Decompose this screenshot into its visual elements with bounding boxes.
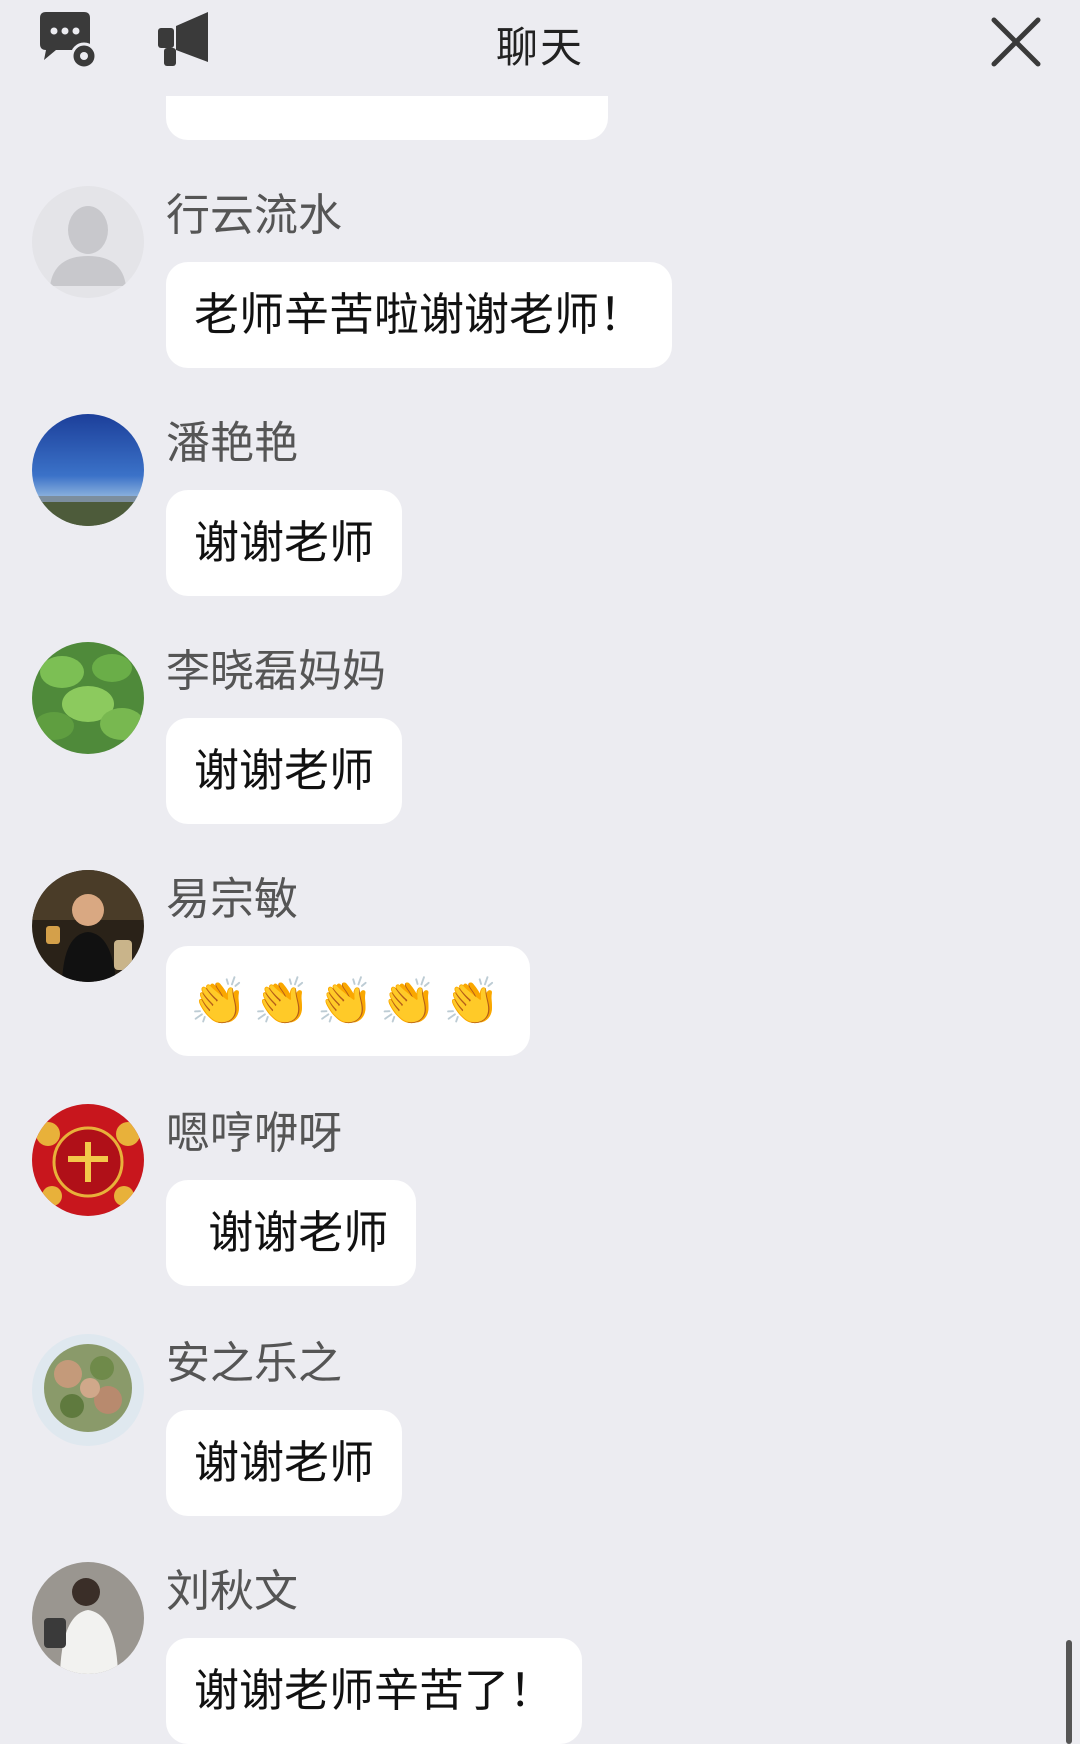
- page-title: 聊天: [495, 23, 584, 72]
- chat-message-list[interactable]: 👏 👏 👏 👏 👏 👏 行云流水 老师辛苦啦谢谢老师！: [0, 0, 1080, 1744]
- message-bubble[interactable]: 谢谢老师: [166, 1410, 403, 1516]
- sender-name: 易宗敏: [166, 874, 298, 925]
- red-zhao-avatar[interactable]: [32, 1104, 144, 1216]
- sender-name: 行云流水: [166, 190, 342, 241]
- green-leaves-avatar[interactable]: [32, 642, 144, 754]
- sender-name: 潘艳艳: [166, 418, 298, 469]
- man-photo-avatar[interactable]: [32, 870, 144, 982]
- default-avatar[interactable]: [32, 186, 144, 298]
- scrollbar[interactable]: [1066, 1640, 1072, 1744]
- sender-name: 刘秋文: [166, 1566, 298, 1617]
- message-bubble[interactable]: 谢谢老师: [166, 1180, 417, 1286]
- message-bubble[interactable]: 谢谢老师辛苦了！: [166, 1638, 583, 1744]
- tree-avatar[interactable]: [32, 1334, 144, 1446]
- person-photo-avatar[interactable]: [32, 1562, 144, 1674]
- sender-name: 嗯哼咿呀: [166, 1108, 342, 1159]
- sender-name: 李晓磊妈妈: [166, 646, 386, 697]
- message-bubble[interactable]: 谢谢老师: [166, 718, 403, 824]
- chat-header: 聊天: [0, 0, 1080, 96]
- sky-landscape-avatar[interactable]: [32, 414, 144, 526]
- sender-name: 安之乐之: [166, 1338, 342, 1389]
- close-icon[interactable]: [988, 14, 1044, 70]
- message-bubble[interactable]: 老师辛苦啦谢谢老师！: [166, 262, 673, 368]
- message-bubble[interactable]: 👏👏👏👏👏: [166, 946, 531, 1056]
- message-bubble[interactable]: 谢谢老师: [166, 490, 403, 596]
